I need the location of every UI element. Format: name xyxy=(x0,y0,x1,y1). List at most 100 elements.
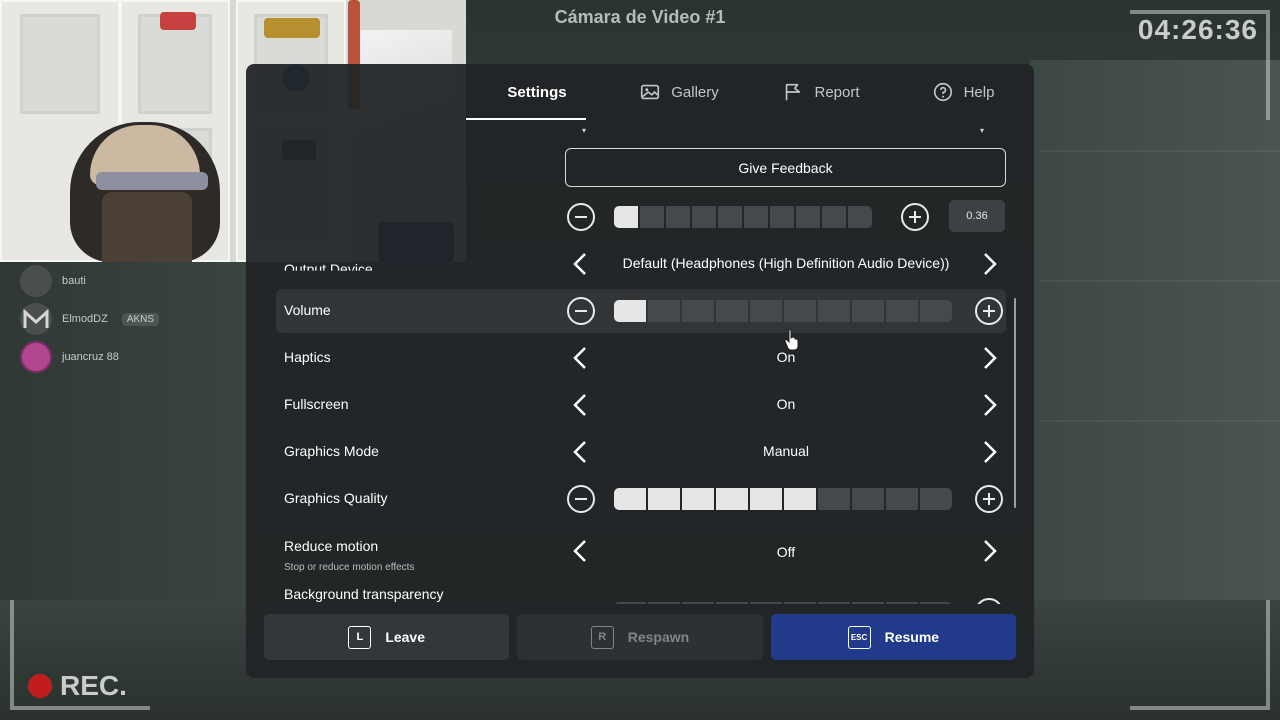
setting-label: Fullscreen xyxy=(284,396,349,412)
decrease-button[interactable] xyxy=(566,202,596,232)
chevron-left-icon xyxy=(573,394,586,416)
tab-label: Gallery xyxy=(671,83,719,101)
recording-indicator: REC. xyxy=(28,670,127,702)
setting-row-graphics-quality: Graphics Quality xyxy=(276,477,1006,521)
chevron-left-icon xyxy=(573,253,586,275)
setting-row-volume: Volume xyxy=(276,289,1006,333)
setting-label: Reduce motion xyxy=(284,538,379,554)
decrease-button[interactable] xyxy=(566,484,596,514)
slider-segment xyxy=(886,300,918,322)
increase-button[interactable] xyxy=(974,484,1004,514)
slider-bar[interactable] xyxy=(614,206,872,228)
setting-row-reduce-motion: Reduce motion Stop or reduce motion effe… xyxy=(276,524,1006,578)
previous-option-button[interactable] xyxy=(566,437,596,467)
slider-segment xyxy=(744,206,768,228)
slider-segment xyxy=(750,488,782,510)
volume-slider[interactable] xyxy=(614,300,952,322)
previous-option-button[interactable] xyxy=(566,249,596,279)
slider-segment xyxy=(716,300,748,322)
slider-segment xyxy=(818,602,850,604)
background-transparency-slider[interactable] xyxy=(614,602,952,604)
graphics-quality-slider[interactable] xyxy=(614,488,952,510)
slider-segment xyxy=(822,206,846,228)
give-feedback-button[interactable]: Give Feedback xyxy=(565,148,1006,187)
slider-value-input[interactable]: 0.36 xyxy=(949,200,1005,232)
decrease-button[interactable] xyxy=(566,296,596,326)
slider-segment xyxy=(614,300,646,322)
slider-segment xyxy=(648,488,680,510)
slider-segment xyxy=(848,206,872,228)
increase-button[interactable] xyxy=(974,597,1004,604)
previous-option-button[interactable] xyxy=(566,536,596,566)
respawn-button[interactable]: R Respawn xyxy=(517,614,763,660)
keybind-badge: R xyxy=(590,625,614,649)
setting-label: Graphics Quality xyxy=(284,490,388,506)
slider-segment xyxy=(750,602,782,604)
chevron-right-icon xyxy=(984,253,997,275)
slider-segment xyxy=(852,602,884,604)
player-item[interactable]: ElmodDZ AKNS xyxy=(20,300,220,338)
slider-segment xyxy=(818,300,850,322)
setting-value: Manual xyxy=(763,443,809,459)
setting-label: Output Device xyxy=(284,261,373,277)
resume-button[interactable]: ESC Resume xyxy=(770,614,1016,660)
setting-label: Background transparency xyxy=(284,586,444,602)
slider-segment xyxy=(682,488,714,510)
webcam-cap-brim xyxy=(96,172,208,190)
leave-button[interactable]: L Leave xyxy=(264,614,510,660)
recording-label: REC. xyxy=(60,670,127,701)
flag-icon xyxy=(786,83,801,101)
slider-segment xyxy=(750,300,782,322)
chevron-right-icon xyxy=(984,441,997,463)
next-option-button[interactable] xyxy=(974,249,1004,279)
chevron-down-icon: ▾ xyxy=(980,126,985,135)
tab-report[interactable]: Report xyxy=(750,64,892,120)
slider-segment xyxy=(784,300,816,322)
player-item[interactable]: bauti xyxy=(20,262,220,300)
player-item[interactable]: juancruz 88 xyxy=(20,338,220,376)
slider-segment xyxy=(920,488,952,510)
setting-label: Graphics Mode xyxy=(284,443,379,459)
leave-label: Leave xyxy=(385,629,426,645)
settings-scrollbar[interactable] xyxy=(1014,298,1016,508)
increase-button[interactable] xyxy=(974,296,1004,326)
setting-row-slider: 0.36 xyxy=(276,195,1006,239)
plus-circle-icon xyxy=(901,203,929,231)
player-name: juancruz 88 xyxy=(62,351,119,363)
help-circle-icon xyxy=(933,82,952,102)
next-option-button[interactable] xyxy=(974,343,1004,373)
chevron-left-icon xyxy=(573,540,586,562)
slider-segment xyxy=(648,300,680,322)
previous-option-button[interactable] xyxy=(566,390,596,420)
setting-row-background-transparency: Background transparency xyxy=(276,582,1006,604)
webcam-panel xyxy=(20,14,100,114)
camera-clock: 04:26:36 xyxy=(1137,14,1258,45)
tab-settings[interactable]: Settings xyxy=(466,64,608,120)
image-icon xyxy=(641,84,660,100)
slider-segment xyxy=(682,300,714,322)
slider-segment xyxy=(648,602,680,604)
slider-segment xyxy=(640,206,664,228)
plus-circle-icon xyxy=(975,485,1003,513)
webcam-face xyxy=(102,192,192,262)
slider-segment xyxy=(796,206,820,228)
tab-gallery[interactable]: Gallery xyxy=(608,64,750,120)
next-option-button[interactable] xyxy=(974,437,1004,467)
setting-row-fullscreen: Fullscreen On xyxy=(276,383,1006,427)
tab-label: Help xyxy=(963,83,995,101)
keybind-badge: L xyxy=(348,625,372,649)
webcam-sticker xyxy=(264,18,320,38)
tab-help[interactable]: Help xyxy=(892,64,1034,120)
slider-segment xyxy=(716,602,748,604)
setting-row-output-device: Output Device Default (Headphones (High … xyxy=(276,242,1006,286)
slider-segment xyxy=(886,602,918,604)
resume-label: Resume xyxy=(884,629,940,645)
previous-option-button[interactable] xyxy=(566,343,596,373)
record-dot-icon xyxy=(28,674,52,698)
increase-button[interactable] xyxy=(900,202,930,232)
chevron-right-icon xyxy=(984,347,997,369)
next-option-button[interactable] xyxy=(974,536,1004,566)
next-option-button[interactable] xyxy=(974,390,1004,420)
menu-tabs: Settings Gallery Report Help xyxy=(466,64,1034,120)
avatar xyxy=(20,265,52,297)
